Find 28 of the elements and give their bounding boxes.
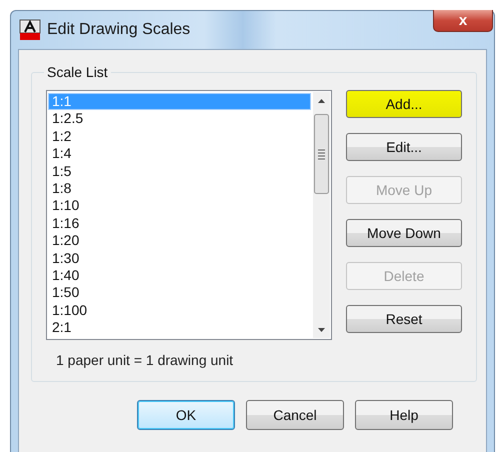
list-item[interactable]: 1:5 bbox=[48, 162, 311, 180]
list-item[interactable]: 1:16 bbox=[48, 214, 311, 232]
dialog-button[interactable]: Help bbox=[355, 400, 453, 430]
list-item[interactable]: 1:50 bbox=[48, 284, 311, 302]
list-item[interactable]: 1:2.5 bbox=[48, 110, 311, 128]
list-item[interactable]: 1:8 bbox=[48, 180, 311, 198]
list-item[interactable]: 2:1 bbox=[48, 319, 311, 336]
action-button[interactable]: Edit... bbox=[346, 133, 462, 161]
scale-list[interactable]: 1:1 1:2.5 1:2 1:4 1:5 1:8 1:10 1:16 1:20 1:30 1:40 1:50 1:100 2:1 bbox=[46, 90, 332, 340]
list-item[interactable]: 1:40 bbox=[48, 266, 311, 284]
dialog-button[interactable]: Cancel bbox=[246, 400, 344, 430]
list-item[interactable]: 1:30 bbox=[48, 250, 311, 267]
group-title: Scale List bbox=[46, 64, 109, 80]
unit-note: 1 paper unit = 1 drawing unit bbox=[56, 352, 234, 368]
action-button[interactable]: Add... bbox=[346, 90, 462, 118]
close-button[interactable]: x bbox=[433, 10, 493, 32]
window-title: Edit Drawing Scales bbox=[47, 21, 190, 39]
scroll-thumb[interactable] bbox=[314, 114, 329, 194]
dialog-button[interactable]: OK bbox=[137, 400, 235, 430]
action-button[interactable]: Move Down bbox=[346, 219, 462, 247]
app-icon bbox=[19, 19, 41, 41]
list-item[interactable]: 1:10 bbox=[48, 197, 311, 215]
list-item[interactable]: 1:20 bbox=[48, 232, 311, 250]
list-item[interactable]: 1:100 bbox=[48, 302, 311, 320]
action-button[interactable]: Reset bbox=[346, 305, 462, 333]
list-item[interactable]: 1:2 bbox=[48, 128, 311, 146]
scrollbar[interactable] bbox=[313, 92, 330, 338]
list-item[interactable]: 1:4 bbox=[48, 145, 311, 163]
